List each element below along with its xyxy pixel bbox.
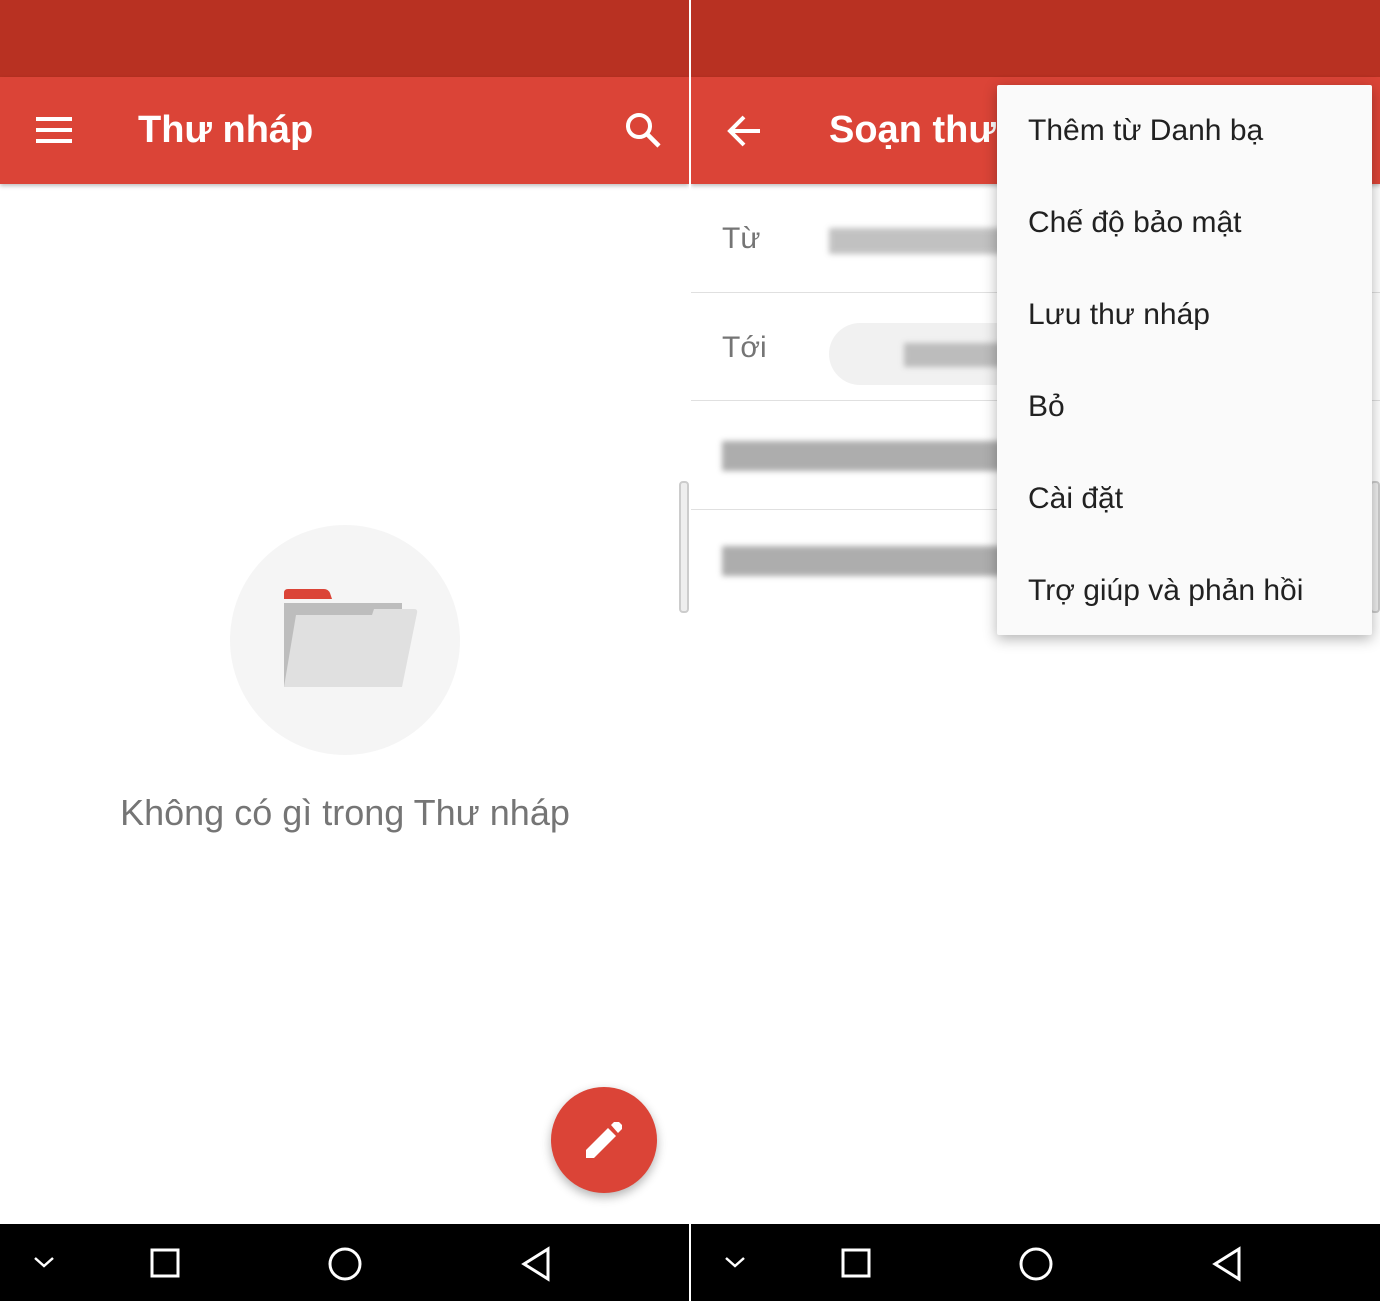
chevron-down-icon[interactable] xyxy=(32,1246,56,1280)
empty-state-message: Không có gì trong Thư nháp xyxy=(120,792,570,833)
back-triangle-icon[interactable] xyxy=(1211,1246,1243,1282)
menu-item-save-draft[interactable]: Lưu thư nháp xyxy=(997,269,1372,361)
search-icon[interactable] xyxy=(624,111,662,149)
menu-item-discard[interactable]: Bỏ xyxy=(997,361,1372,453)
status-bar xyxy=(0,0,689,77)
page-title: Soạn thư xyxy=(829,109,996,151)
redacted-recipient xyxy=(904,343,1004,367)
from-label: Từ xyxy=(722,222,761,255)
navigation-bar xyxy=(0,1224,689,1301)
compose-button[interactable] xyxy=(551,1087,657,1193)
hamburger-menu-icon[interactable] xyxy=(36,115,74,145)
navigation-bar xyxy=(691,1224,1380,1301)
menu-item-help-feedback[interactable]: Trợ giúp và phản hồi xyxy=(997,545,1372,637)
chevron-down-icon[interactable] xyxy=(723,1246,747,1280)
back-triangle-icon[interactable] xyxy=(520,1246,552,1282)
home-circle-icon[interactable] xyxy=(327,1246,363,1282)
to-label: Tới xyxy=(722,331,767,364)
redacted-subject xyxy=(722,441,1012,471)
menu-item-add-from-contacts[interactable]: Thêm từ Danh bạ xyxy=(997,85,1372,177)
recents-square-icon[interactable] xyxy=(841,1246,871,1280)
menu-item-settings[interactable]: Cài đặt xyxy=(997,453,1372,545)
overflow-menu: Thêm từ Danh bạ Chế độ bảo mật Lưu thư n… xyxy=(997,85,1372,635)
status-bar xyxy=(691,0,1380,77)
toolbar: Thư nháp xyxy=(0,77,689,184)
redacted-body xyxy=(722,546,1012,576)
scrollbar[interactable] xyxy=(679,481,689,613)
pencil-icon xyxy=(586,1122,622,1158)
folder-icon xyxy=(284,589,418,687)
redacted-from-address xyxy=(829,228,1009,254)
menu-item-confidential-mode[interactable]: Chế độ bảo mật xyxy=(997,177,1372,269)
page-title: Thư nháp xyxy=(138,109,314,151)
recents-square-icon[interactable] xyxy=(150,1246,180,1280)
arrow-left-icon[interactable] xyxy=(727,113,763,149)
empty-state-illustration xyxy=(230,525,460,755)
drafts-screen: Thư nháp Không có gì trong Thư nháp xyxy=(0,0,689,1301)
home-circle-icon[interactable] xyxy=(1018,1246,1054,1282)
